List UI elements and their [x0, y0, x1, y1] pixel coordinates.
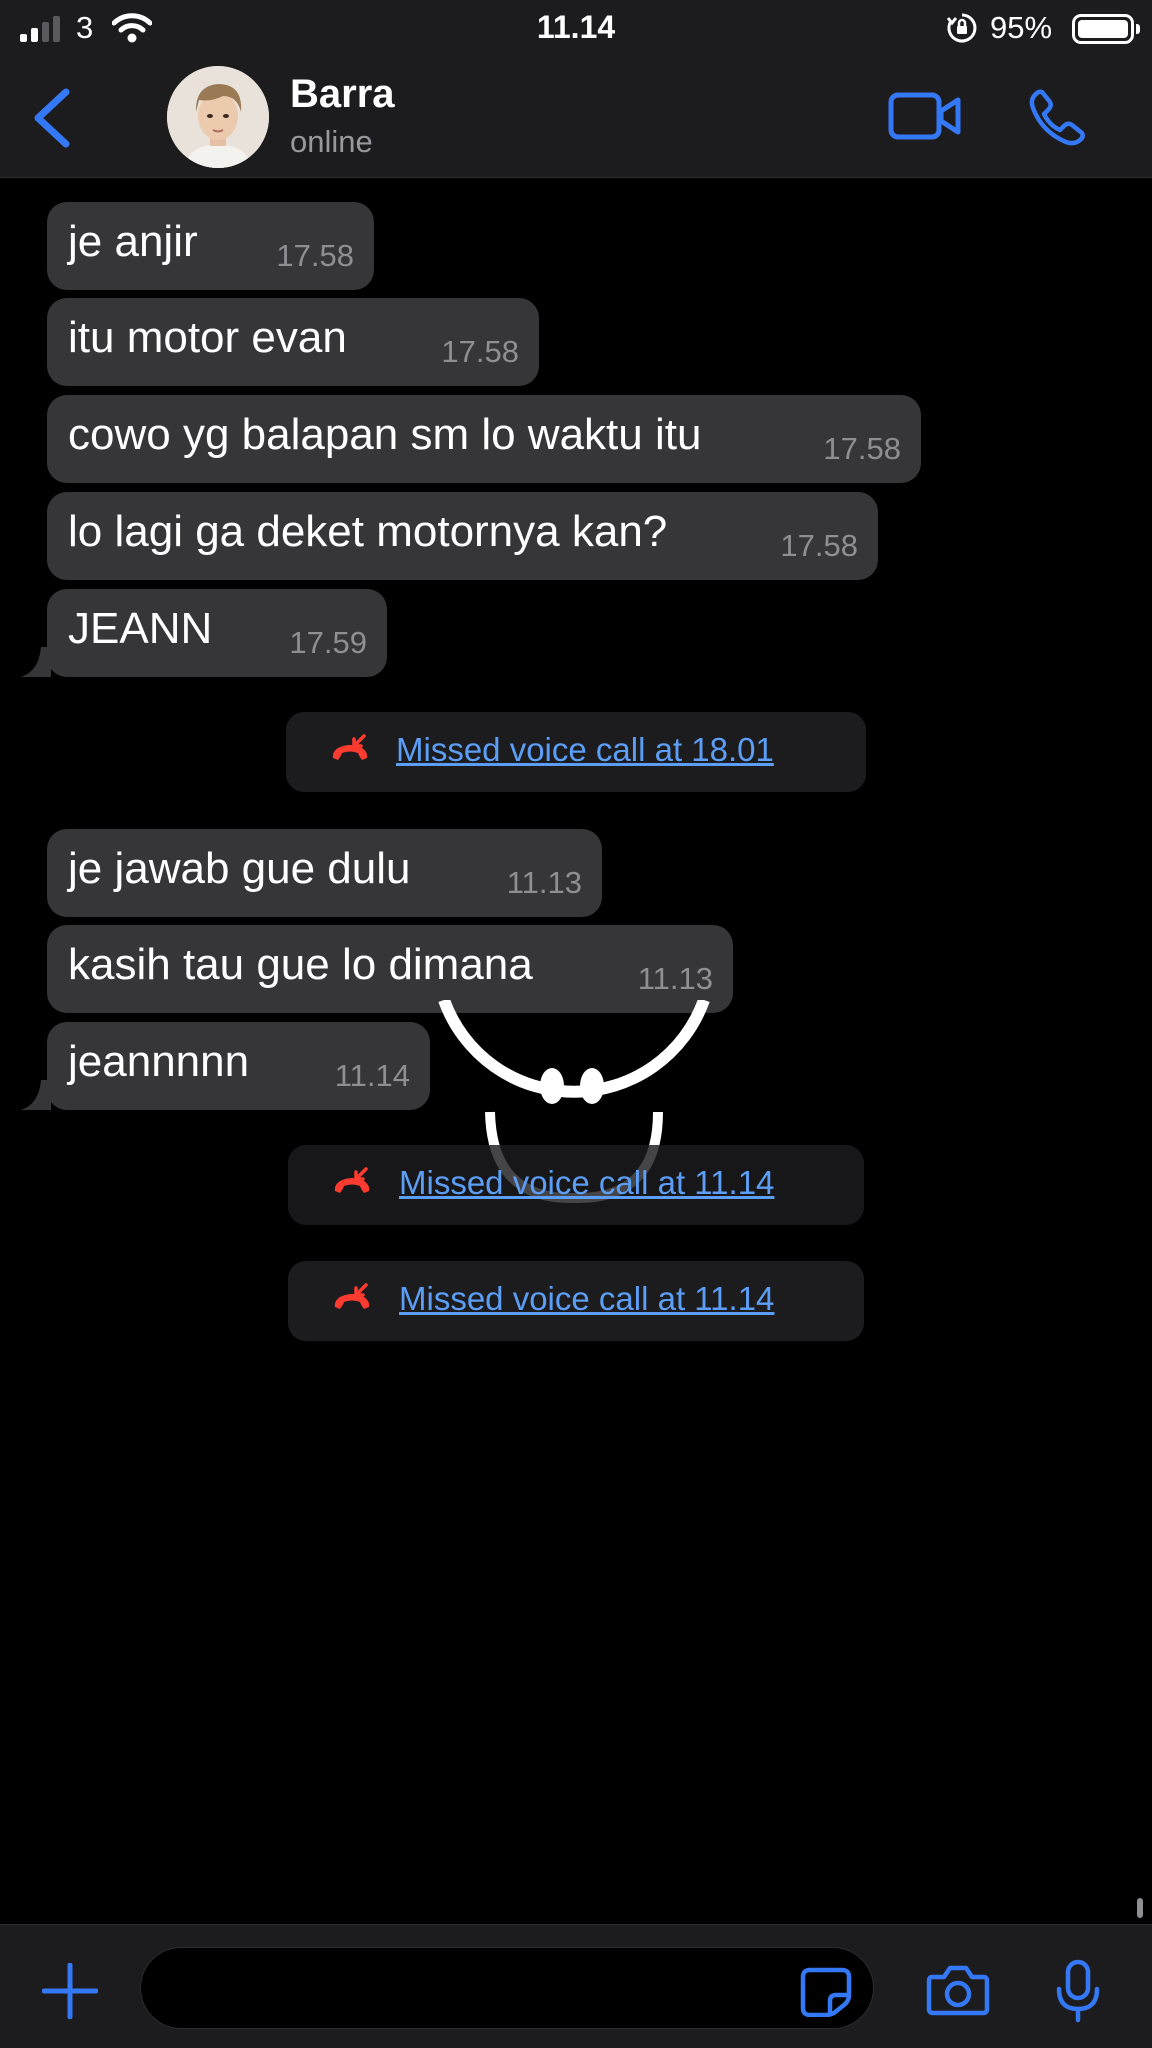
status-bar: 3 11.14 95% [0, 0, 1152, 58]
message-time: 17.58 [276, 238, 354, 273]
orientation-lock-icon [946, 12, 978, 49]
missed-call-link[interactable]: Missed voice call at 18.01 [396, 731, 774, 769]
message-time: 17.59 [289, 625, 367, 660]
message-bubble[interactable]: itu motor evan 17.58 [47, 298, 539, 386]
message-time: 11.14 [334, 1058, 410, 1093]
camera-icon[interactable] [926, 1963, 990, 2022]
contact-name[interactable]: Barra [290, 72, 395, 117]
message-bubble[interactable]: je jawab gue dulu 11.13 [47, 829, 602, 917]
message-time: 17.58 [823, 431, 901, 466]
message-text: JEANN [68, 604, 213, 653]
missed-call-notice[interactable]: Missed voice call at 18.01 [286, 712, 866, 792]
bubble-tail [21, 647, 51, 677]
message-bubble[interactable]: cowo yg balapan sm lo waktu itu 17.58 [47, 395, 921, 483]
chevron-left-icon[interactable] [30, 88, 74, 153]
missed-call-link[interactable]: Missed voice call at 11.14 [399, 1164, 774, 1202]
message-time: 17.58 [780, 528, 858, 563]
plus-icon[interactable] [41, 1962, 99, 2024]
video-icon[interactable] [888, 90, 962, 147]
message-time: 11.13 [637, 961, 713, 996]
scroll-indicator[interactable] [1137, 1898, 1143, 1918]
missed-call-icon [332, 1167, 372, 1206]
avatar[interactable] [167, 66, 269, 168]
battery-icon [1072, 14, 1140, 44]
message-text: jeannnnn [68, 1037, 250, 1086]
message-input[interactable] [140, 1947, 874, 2029]
missed-call-icon [332, 1283, 372, 1322]
chat-header: Barra online [0, 58, 1152, 178]
phone-icon[interactable] [1028, 88, 1086, 151]
status-time: 11.14 [536, 9, 616, 45]
missed-call-icon [330, 734, 370, 773]
message-time: 11.13 [506, 865, 582, 900]
message-text: cowo yg balapan sm lo waktu itu [68, 410, 702, 459]
message-text: je anjir [68, 217, 198, 266]
message-text: lo lagi ga deket motornya kan? [68, 507, 668, 556]
compose-bar [0, 1924, 1152, 2048]
message-bubble[interactable]: je anjir 17.58 [47, 202, 374, 290]
missed-call-link[interactable]: Missed voice call at 11.14 [399, 1280, 774, 1318]
contact-status: online [290, 124, 373, 159]
message-text: itu motor evan [68, 313, 347, 362]
microphone-icon[interactable] [1054, 1959, 1102, 2028]
missed-call-notice[interactable]: Missed voice call at 11.14 [288, 1261, 864, 1341]
message-bubble[interactable]: JEANN 17.59 [21, 589, 387, 677]
message-text: je jawab gue dulu [68, 844, 411, 893]
missed-call-notice[interactable]: Missed voice call at 11.14 [288, 1145, 864, 1225]
sticker-icon[interactable] [800, 1967, 852, 2022]
battery-percent: 95% [990, 10, 1053, 45]
message-bubble[interactable]: lo lagi ga deket motornya kan? 17.58 [47, 492, 878, 580]
message-text: kasih tau gue lo dimana [68, 940, 533, 989]
message-time: 17.58 [441, 334, 519, 369]
message-bubble[interactable]: jeannnnn 11.14 [21, 1022, 430, 1110]
bubble-tail [21, 1080, 51, 1110]
